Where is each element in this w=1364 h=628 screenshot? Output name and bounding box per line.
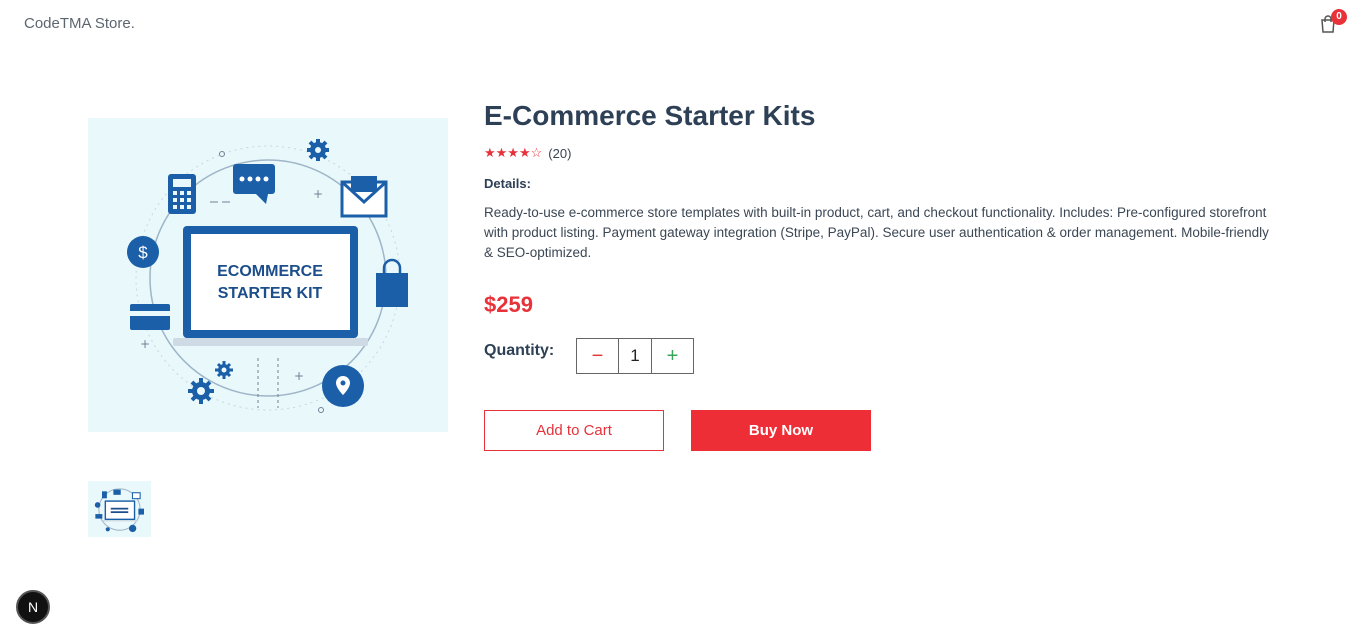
star-filled-icon: ★★★★	[484, 145, 531, 160]
buy-now-button[interactable]: Buy Now	[691, 410, 871, 451]
product-main-image: $ ECOMMERCE STARTER KIT + + +	[88, 118, 448, 432]
quantity-stepper: − 1 +	[576, 338, 694, 374]
gear-icon	[188, 378, 214, 404]
image-caption-line1: ECOMMERCE	[217, 263, 323, 280]
quantity-label: Quantity:	[484, 342, 555, 359]
shopping-bag-image-icon	[376, 258, 408, 307]
rating-count: (20)	[548, 145, 572, 161]
dollar-icon: $	[127, 236, 159, 268]
chat-icon	[233, 164, 275, 204]
svg-text:$: $	[138, 243, 148, 262]
product-rating: ★★★★☆ (20)	[484, 145, 571, 161]
mail-icon	[340, 176, 388, 218]
add-to-cart-button[interactable]: Add to Cart	[484, 410, 664, 451]
rating-stars: ★★★★☆	[484, 145, 542, 161]
laptop-icon: ECOMMERCE STARTER KIT	[173, 226, 368, 346]
credit-card-icon	[130, 304, 170, 330]
svg-text:+: +	[313, 187, 323, 201]
store-brand[interactable]: CodeTMA Store.	[24, 15, 135, 32]
dev-indicator-badge[interactable]: N	[16, 590, 50, 624]
quantity-value[interactable]: 1	[619, 339, 651, 373]
cart-button[interactable]: 0	[1318, 9, 1347, 36]
details-label: Details:	[484, 176, 531, 191]
star-empty-icon: ☆	[530, 145, 543, 160]
svg-text:+: +	[140, 337, 150, 351]
calculator-icon	[168, 174, 196, 214]
top-bar: CodeTMA Store. 0	[0, 0, 1364, 50]
svg-text:+: +	[294, 369, 304, 383]
cart-count-badge: 0	[1331, 9, 1347, 25]
quantity-increase-button[interactable]: +	[651, 339, 693, 373]
location-pin-icon	[322, 365, 364, 407]
product-title: E-Commerce Starter Kits	[484, 100, 816, 131]
product-thumbnail[interactable]	[88, 481, 151, 537]
image-caption-line2: STARTER KIT	[218, 285, 323, 302]
product-description: Ready-to-use e-commerce store templates …	[484, 205, 1269, 260]
gear-icon	[215, 361, 233, 379]
quantity-decrease-button[interactable]: −	[577, 339, 619, 373]
gear-icon	[307, 139, 329, 161]
product-price: $259	[484, 292, 533, 317]
